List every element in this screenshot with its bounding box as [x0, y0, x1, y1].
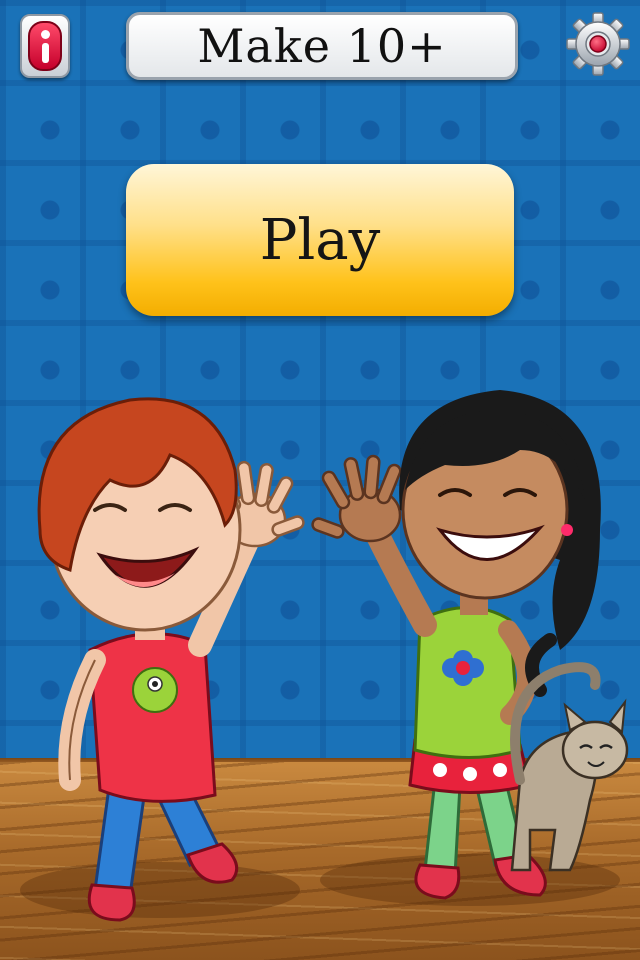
girl-shadow — [320, 854, 620, 906]
cat-character — [510, 662, 629, 872]
boy-shadow — [20, 862, 300, 918]
info-button[interactable] — [20, 14, 70, 78]
characters-illustration — [20, 390, 629, 922]
play-button[interactable]: Play — [126, 164, 514, 316]
play-label: Play — [259, 207, 381, 273]
gear-icon — [566, 12, 630, 76]
info-icon — [28, 21, 62, 71]
boy-character — [37, 397, 305, 922]
title-banner: Make 10+ — [126, 12, 518, 80]
app-title: Make 10+ — [197, 19, 447, 73]
settings-button[interactable] — [566, 12, 630, 76]
